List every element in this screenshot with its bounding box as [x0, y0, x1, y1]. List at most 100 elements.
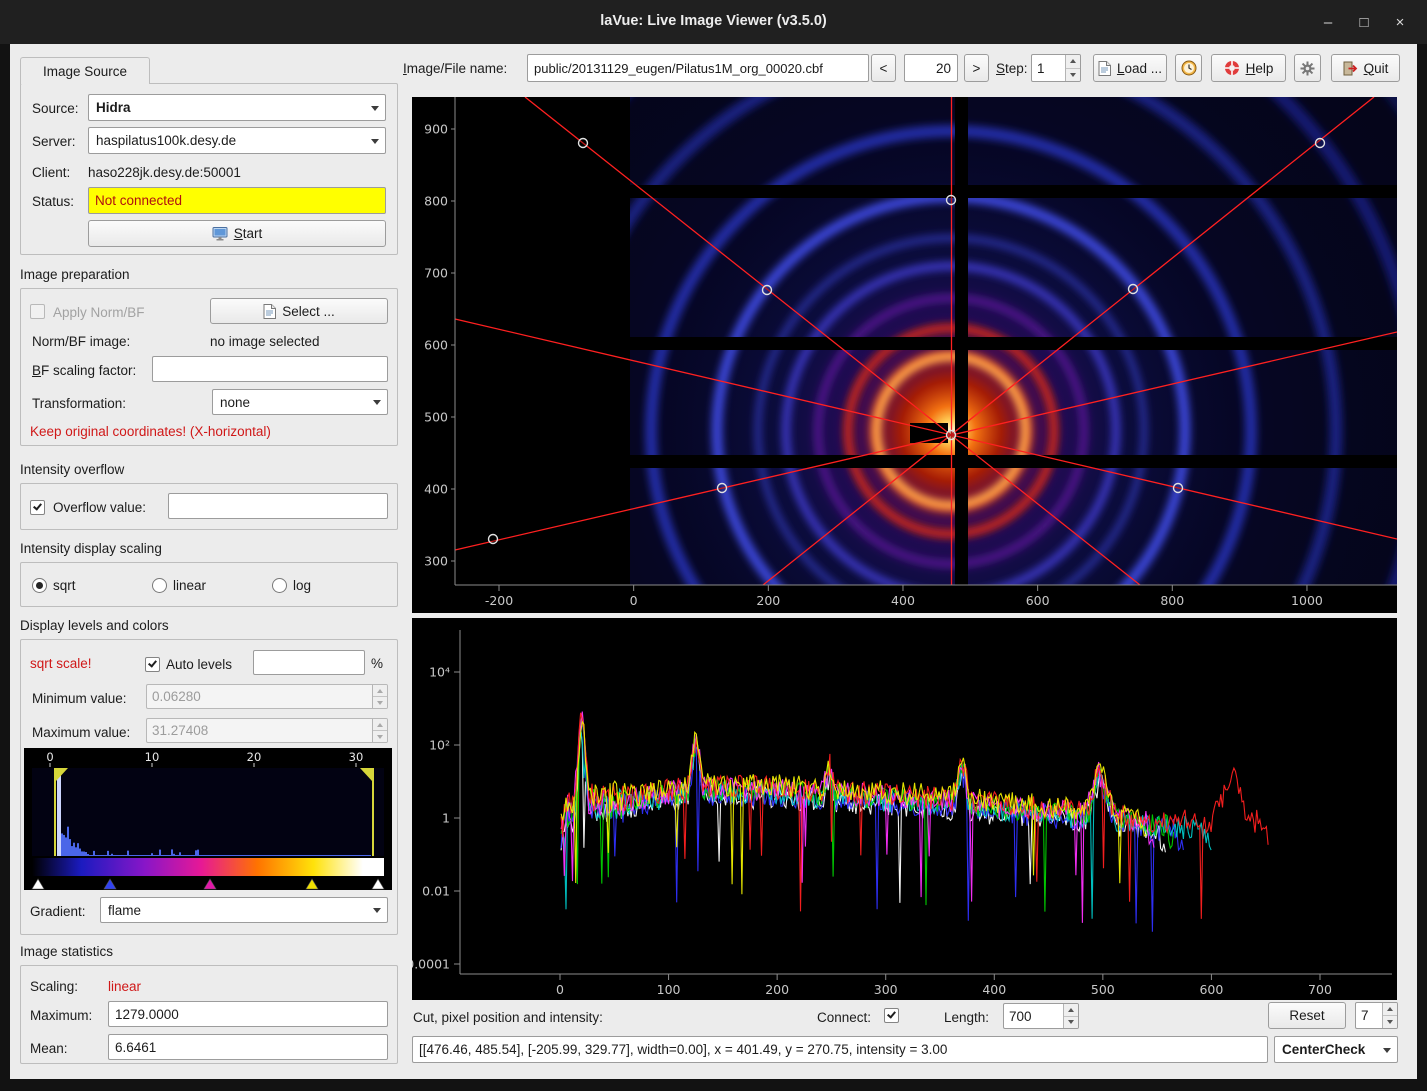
- load-button-label: Load ...: [1117, 61, 1162, 76]
- scale-note: sqrt scale!: [30, 656, 92, 672]
- ring-marker[interactable]: [763, 286, 772, 295]
- y-tick-label: 400: [424, 482, 448, 497]
- reset-button[interactable]: Reset: [1268, 1002, 1346, 1029]
- stat-maximum-label: Maximum:: [30, 1008, 92, 1024]
- x-tick-label: 0: [556, 982, 564, 997]
- x-tick-label: 800: [1160, 593, 1184, 608]
- radio-sqrt[interactable]: [32, 578, 47, 593]
- ring-marker[interactable]: [489, 535, 498, 544]
- ring-marker[interactable]: [947, 196, 956, 205]
- document-icon: [263, 304, 276, 319]
- bf-scaling-label: BF scaling factor:: [32, 363, 136, 379]
- apply-norm-label: Apply Norm/BF: [53, 305, 145, 321]
- tool-select[interactable]: CenterCheck: [1274, 1036, 1398, 1063]
- x-tick-label: 0: [630, 593, 638, 608]
- y-tick-label: 900: [424, 122, 448, 137]
- chevron-down-icon: [371, 139, 379, 144]
- next-frame-button[interactable]: >: [964, 54, 989, 82]
- transformation-select[interactable]: none: [212, 389, 388, 415]
- close-button[interactable]: ×: [1385, 8, 1415, 36]
- tab-image-source[interactable]: Image Source: [20, 57, 150, 84]
- min-value-down: [373, 697, 387, 708]
- apply-norm-checkbox[interactable]: [30, 304, 45, 319]
- exit-door-icon: [1343, 61, 1358, 76]
- y-tick-label: 700: [424, 266, 448, 281]
- settings-button[interactable]: [1294, 54, 1321, 82]
- histogram-levels-widget[interactable]: 0102030: [24, 748, 392, 890]
- length-label: Length:: [944, 1010, 989, 1026]
- cuts-count-input[interactable]: [1356, 1003, 1382, 1028]
- server-select[interactable]: haspilatus100k.desy.de: [88, 127, 386, 154]
- x-tick-label: 400: [982, 982, 1006, 997]
- client-value: haso228jk.desy.de:50001: [88, 165, 241, 181]
- y-tick-label: 800: [424, 194, 448, 209]
- step-spinner-down[interactable]: [1066, 69, 1080, 82]
- step-spinner-input[interactable]: [1032, 55, 1065, 81]
- history-button[interactable]: [1175, 54, 1202, 82]
- quit-button[interactable]: Quit: [1331, 54, 1400, 82]
- source-select[interactable]: Hidra: [88, 94, 386, 121]
- help-button[interactable]: Help: [1211, 54, 1286, 82]
- cuts-count-spinner[interactable]: [1355, 1002, 1398, 1029]
- auto-levels-checkbox[interactable]: [145, 657, 160, 672]
- ring-marker[interactable]: [1129, 285, 1138, 294]
- select-norm-label: Select ...: [282, 304, 335, 319]
- monitor-icon: [212, 227, 228, 241]
- x-tick-label: 700: [1308, 982, 1332, 997]
- length-spinner[interactable]: [1003, 1003, 1079, 1029]
- histogram-tick-label: 20: [247, 750, 262, 764]
- select-norm-button[interactable]: Select ...: [210, 298, 388, 324]
- length-spinner-up[interactable]: [1064, 1004, 1078, 1017]
- help-lifering-icon: [1224, 60, 1240, 76]
- overflow-value-input[interactable]: [168, 493, 388, 519]
- center-marker[interactable]: [947, 431, 956, 440]
- intensity-scaling-panel: [20, 562, 398, 607]
- coordinates-warning: Keep original coordinates! (X-horizontal…: [30, 424, 271, 440]
- step-spinner[interactable]: [1031, 54, 1081, 82]
- radio-log[interactable]: [272, 578, 287, 593]
- diffraction-image-plot[interactable]: -20002004006008001000 300400500600700800…: [412, 97, 1397, 613]
- max-value-down: [373, 731, 387, 742]
- load-button[interactable]: Load ...: [1093, 54, 1167, 82]
- bf-scaling-input[interactable]: [152, 356, 388, 382]
- x-tick-label: 600: [1026, 593, 1050, 608]
- quit-button-label: Quit: [1364, 61, 1389, 76]
- server-label: Server:: [32, 134, 76, 150]
- ring-marker[interactable]: [718, 484, 727, 493]
- stat-mean-field: [108, 1034, 388, 1060]
- cuts-count-spinner-buttons: [1382, 1003, 1397, 1028]
- chevron-down-icon: [373, 400, 381, 405]
- cut-info-label: Cut, pixel position and intensity:: [413, 1010, 603, 1026]
- x-tick-label: 200: [756, 593, 780, 608]
- prev-frame-button[interactable]: <: [871, 54, 896, 82]
- tool-select-value: CenterCheck: [1282, 1042, 1365, 1057]
- image-preparation-title: Image preparation: [20, 267, 130, 283]
- y-tick-label: 10⁴: [429, 665, 450, 680]
- start-button[interactable]: Start: [88, 220, 386, 247]
- connect-checkbox[interactable]: [884, 1008, 899, 1023]
- maximize-button[interactable]: □: [1349, 8, 1379, 36]
- file-name-input[interactable]: [527, 54, 869, 82]
- y-tick-label: 600: [424, 338, 448, 353]
- image-statistics-title-text: Image statistics: [20, 944, 113, 959]
- overflow-checkbox[interactable]: [30, 500, 45, 515]
- cuts-count-up[interactable]: [1383, 1003, 1397, 1016]
- length-spinner-input[interactable]: [1004, 1004, 1063, 1028]
- radio-linear[interactable]: [152, 578, 167, 593]
- auto-levels-percent-input[interactable]: [253, 650, 365, 675]
- cuts-count-down[interactable]: [1383, 1016, 1397, 1028]
- source-label: Source:: [32, 101, 79, 117]
- cut-intensity-plot[interactable]: 10⁴10²10.010.0001 0100200300400500600700: [412, 618, 1397, 1000]
- histogram-area[interactable]: [32, 768, 384, 856]
- frame-number-input[interactable]: [904, 54, 958, 82]
- help-button-label: Help: [1246, 61, 1274, 76]
- step-spinner-up[interactable]: [1066, 55, 1080, 69]
- length-spinner-down[interactable]: [1064, 1017, 1078, 1029]
- gradient-select[interactable]: flame: [100, 897, 388, 923]
- ring-marker[interactable]: [579, 139, 588, 148]
- ring-marker[interactable]: [1174, 484, 1183, 493]
- norm-image-value: no image selected: [210, 334, 320, 350]
- histogram-tick-label: 10: [145, 750, 160, 764]
- ring-marker[interactable]: [1316, 139, 1325, 148]
- minimize-button[interactable]: –: [1313, 8, 1343, 36]
